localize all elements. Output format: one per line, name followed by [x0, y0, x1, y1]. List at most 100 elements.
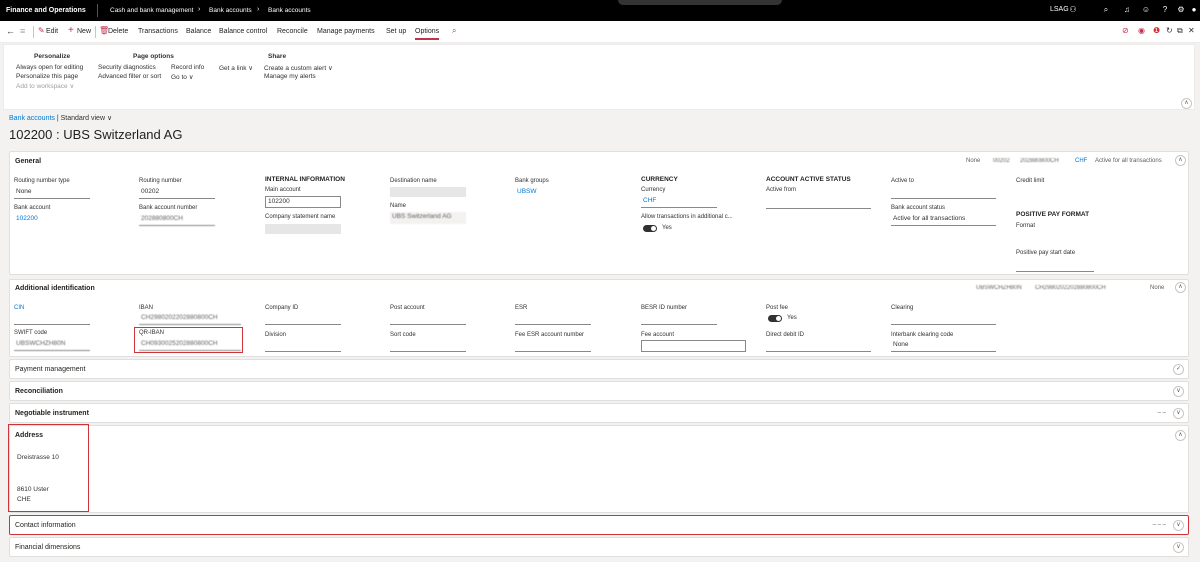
allow-transactions-toggle[interactable]: [643, 225, 657, 232]
always-open-editing-button[interactable]: Always open for editing: [16, 64, 83, 71]
delete-button[interactable]: Delete: [108, 28, 128, 35]
destination-name-field[interactable]: [390, 187, 466, 197]
security-diagnostics-button[interactable]: Security diagnostics: [98, 64, 156, 71]
go-to-button[interactable]: Go to ∨: [171, 73, 193, 81]
notification-badge-icon[interactable]: ❶: [1153, 26, 1160, 35]
smiley-icon[interactable]: ☺: [1140, 4, 1152, 16]
back-arrow-icon[interactable]: ←: [6, 26, 15, 36]
swift-code-field[interactable]: UBSWCHZH80N: [14, 339, 90, 351]
new-button[interactable]: New: [77, 28, 91, 35]
bank-account-field[interactable]: 102200: [14, 214, 90, 226]
edit-button[interactable]: Edit: [46, 28, 58, 35]
address-collapse-chevron-icon[interactable]: ∧: [1175, 430, 1186, 441]
nav-breadcrumb-module[interactable]: Cash and bank management: [110, 7, 193, 14]
payment-management-fasttab[interactable]: Payment management ✓: [9, 359, 1189, 379]
nav-breadcrumb-page[interactable]: Bank accounts: [268, 7, 311, 14]
clearing-label: Clearing: [891, 305, 914, 311]
link-icon[interactable]: ⊘: [1122, 26, 1129, 35]
summary-currency: CHF: [1075, 158, 1088, 164]
iban-field[interactable]: CH2980202202880800CH: [139, 313, 241, 325]
direct-debit-id-field[interactable]: [766, 340, 871, 352]
gear-icon[interactable]: ⚙: [1175, 4, 1187, 16]
active-from-field[interactable]: [766, 197, 871, 209]
personalize-page-button[interactable]: Personalize this page: [16, 73, 78, 80]
expand-chevron-icon[interactable]: ∨: [1173, 542, 1184, 553]
bank-groups-field[interactable]: UBSW: [515, 187, 591, 199]
close-icon[interactable]: ✕: [1188, 26, 1195, 35]
post-fee-value: Yes: [787, 315, 797, 321]
manage-alerts-button[interactable]: Manage my alerts: [264, 73, 316, 80]
advanced-filter-button[interactable]: Advanced filter or sort: [98, 73, 161, 80]
expand-chevron-icon[interactable]: ∨: [1173, 520, 1184, 531]
bank-account-label: Bank account: [14, 205, 51, 211]
help-icon[interactable]: ?: [1159, 4, 1171, 16]
internal-information-heading: INTERNAL INFORMATION: [265, 176, 345, 183]
list-icon[interactable]: ≡: [20, 26, 25, 36]
company-statement-name-field[interactable]: [265, 224, 341, 234]
currency-field[interactable]: CHF: [641, 196, 717, 208]
routing-number-field[interactable]: 00202: [139, 187, 215, 199]
ribbon-collapse-chevron-icon[interactable]: ∧: [1181, 98, 1192, 109]
reconcile-tab[interactable]: Reconcile: [277, 28, 308, 35]
manage-payments-tab[interactable]: Manage payments: [317, 28, 375, 35]
pencil-icon: ✎: [38, 26, 45, 35]
main-account-field[interactable]: 102200: [265, 196, 341, 208]
open-new-window-icon[interactable]: ⧉: [1177, 26, 1183, 36]
search-icon[interactable]: ⌕: [452, 26, 456, 36]
company-id-field[interactable]: [265, 313, 341, 325]
besr-id-field[interactable]: [641, 313, 717, 325]
esr-field[interactable]: [515, 313, 591, 325]
financial-dimensions-fasttab[interactable]: Financial dimensions ∨: [9, 537, 1189, 557]
balance-tab[interactable]: Balance: [186, 28, 211, 35]
direct-debit-id-label: Direct debit ID: [766, 332, 805, 338]
expand-chevron-icon[interactable]: ∨: [1173, 386, 1184, 397]
avatar[interactable]: ●: [1188, 4, 1200, 16]
transactions-tab[interactable]: Transactions: [138, 28, 178, 35]
reconciliation-fasttab[interactable]: Reconciliation ∨: [9, 381, 1189, 401]
general-header[interactable]: General: [15, 158, 41, 165]
expand-chevron-icon[interactable]: ∨: [1173, 408, 1184, 419]
workspaces-icon[interactable]: ⚇: [1067, 4, 1079, 16]
interbank-clearing-code-field[interactable]: None: [891, 340, 996, 352]
active-to-field[interactable]: [891, 187, 996, 199]
add-to-workspace-button[interactable]: Add to workspace ∨: [16, 82, 74, 90]
summary-iban: CH2980202202880800CH: [1035, 285, 1106, 291]
set-up-tab[interactable]: Set up: [386, 28, 406, 35]
routing-number-type-field[interactable]: None: [14, 187, 90, 199]
nav-breadcrumb-list[interactable]: Bank accounts: [209, 7, 252, 14]
company-picker[interactable]: LSAG: [1050, 6, 1069, 13]
get-a-link-button[interactable]: Get a link ∨: [219, 64, 253, 72]
attachment-icon[interactable]: ◉: [1138, 26, 1145, 35]
create-custom-alert-button[interactable]: Create a custom alert ∨: [264, 64, 333, 72]
sort-code-field[interactable]: [390, 340, 466, 352]
bank-account-status-label: Bank account status: [891, 205, 946, 211]
post-account-field[interactable]: [390, 313, 466, 325]
clearing-field[interactable]: [891, 313, 996, 325]
additional-identification-header[interactable]: Additional identification: [15, 285, 95, 292]
balance-control-tab[interactable]: Balance control: [219, 28, 267, 35]
fee-esr-account-field[interactable]: [515, 340, 591, 352]
bell-icon[interactable]: ♫: [1121, 4, 1133, 16]
post-fee-toggle[interactable]: [768, 315, 782, 322]
refresh-icon[interactable]: ↻: [1166, 26, 1173, 35]
general-collapse-chevron-icon[interactable]: ∧: [1175, 155, 1186, 166]
negotiable-instrument-fasttab[interactable]: Negotiable instrument – – ∨: [9, 403, 1189, 423]
bank-accounts-link[interactable]: Bank accounts: [9, 115, 55, 122]
fee-account-field[interactable]: [641, 340, 746, 352]
page-title: 102200 : UBS Switzerland AG: [9, 127, 183, 142]
division-field[interactable]: [265, 340, 341, 352]
contact-information-fasttab[interactable]: Contact information – – – ∨: [9, 515, 1189, 535]
search-icon[interactable]: ⌕: [1100, 4, 1112, 16]
cin-field[interactable]: [14, 313, 90, 325]
additional-collapse-chevron-icon[interactable]: ∧: [1175, 282, 1186, 293]
view-label: Standard view: [60, 115, 105, 122]
record-info-button[interactable]: Record info: [171, 64, 204, 71]
positive-pay-start-date-field[interactable]: [1016, 260, 1094, 272]
view-selector[interactable]: Standard view ∨: [61, 115, 112, 122]
bank-account-number-field[interactable]: 202880800CH: [139, 214, 215, 226]
expand-chevron-icon[interactable]: ✓: [1173, 364, 1184, 375]
bank-account-status-field[interactable]: Active for all transactions: [891, 214, 996, 226]
app-title[interactable]: Finance and Operations: [6, 7, 86, 14]
name-field[interactable]: UBS Switzerland AG: [390, 212, 466, 224]
options-tab[interactable]: Options: [415, 28, 440, 40]
